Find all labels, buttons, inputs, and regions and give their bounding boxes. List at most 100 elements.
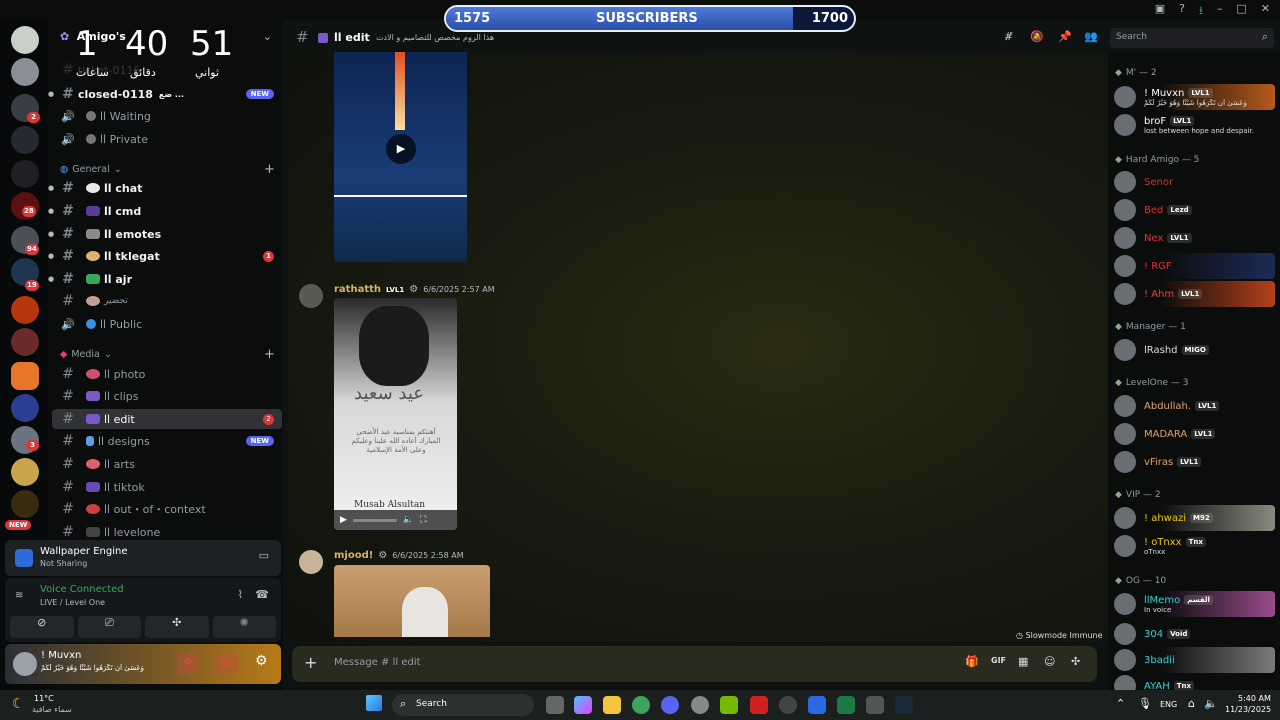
video-attachment-1[interactable]: ▶ [334,52,467,262]
mic-icon[interactable]: 🎙 [1138,697,1152,710]
inbox-icon[interactable]: ▣ [1155,2,1165,18]
app-icon[interactable] [866,696,884,714]
channel-designs[interactable]: # اا designs NEW [52,431,282,451]
member-row[interactable]: Nex LVL1 [1112,225,1275,251]
sticker-icon[interactable]: ▦ [1018,655,1028,668]
member-row[interactable]: Abdullah. LVL1 [1112,393,1275,419]
member-row[interactable]: ! Ahm LVL1 [1112,281,1275,307]
app-icon[interactable] [750,696,768,714]
server-icon-11[interactable] [11,362,39,390]
server-icon-14[interactable] [11,458,39,486]
server-icon-4[interactable] [11,126,39,154]
channel-edit[interactable]: # اا edit 2 [52,409,282,429]
pin-icon[interactable]: 📌 [1058,30,1072,43]
chrome-icon[interactable] [632,696,650,714]
minimize-icon[interactable]: – [1217,2,1223,18]
voice-status[interactable]: Voice Connected [40,584,124,595]
soundboard-button[interactable]: ✺ [212,616,276,638]
notification-mute-icon[interactable]: 🔕 [1030,30,1044,43]
app-icon[interactable] [808,696,826,714]
channel-arts[interactable]: # اا arts [52,454,282,474]
channel-chat[interactable]: ● # اا chat [48,178,282,198]
channel-tahdir[interactable]: # تحضير [52,291,282,311]
copilot-icon[interactable] [574,696,592,714]
play-button[interactable]: ▶ [386,134,416,164]
mute-icon[interactable]: ⌀ [177,654,199,674]
seek-bar[interactable] [352,518,397,522]
server-icon-15[interactable] [11,490,39,518]
member-row[interactable]: llMemo القسم In voice [1112,591,1275,617]
image-attachment[interactable] [334,565,490,637]
steam-icon[interactable] [895,696,913,714]
channel-levelone[interactable]: # اا levelone [52,522,282,542]
close-icon[interactable]: ✕ [1261,2,1270,18]
volume-icon[interactable]: 🔈 [1204,697,1218,710]
server-icon-9[interactable] [11,296,39,324]
fullscreen-icon[interactable]: ⛶ [420,515,426,525]
nvidia-icon[interactable] [720,696,738,714]
apps-icon[interactable]: ✣ [1071,655,1080,668]
add-attachment-icon[interactable]: + [304,653,317,672]
avatar[interactable] [299,284,323,308]
task-view-icon[interactable] [546,696,564,714]
server-icon-2[interactable] [11,58,39,86]
server-icon-10[interactable] [11,328,39,356]
app-icon[interactable] [837,696,855,714]
category-media[interactable]: ◆ Media ⌄ [60,349,112,360]
channel-private[interactable]: 🔊 اا Private [52,129,282,149]
message-author[interactable]: rathatth [334,284,381,295]
chevron-down-icon[interactable]: ⌄ [263,30,272,43]
channel-public[interactable]: 🔊 اا Public [52,314,282,334]
clock-date[interactable]: 11/23/2025 [1225,705,1271,714]
file-explorer-icon[interactable] [603,696,621,714]
discord-icon[interactable] [661,696,679,714]
screen-share-icon[interactable]: ▭ [259,549,269,562]
channel-closed[interactable]: ● # closed-0118 ضع ... NEW [48,84,282,104]
member-row[interactable]: 3badii [1112,647,1275,673]
app-icon[interactable] [691,696,709,714]
channel-tklegat[interactable]: ● # اا tklegat 1 [48,246,282,266]
channel-out-of-context[interactable]: # اا out・of・context [52,499,282,519]
server-icon-1[interactable] [11,26,39,54]
member-row[interactable]: vFiras LVL1 [1112,449,1275,475]
threads-icon[interactable]: #̸ [1004,30,1013,43]
noise-suppression-icon[interactable]: ⌇ [238,588,243,601]
member-row[interactable]: broF LVL1 lost between hope and despair. [1112,112,1275,138]
language-indicator[interactable]: ENG [1160,700,1177,709]
channel-cmd[interactable]: ● # اا cmd [48,201,282,221]
member-row[interactable]: ! oTnxx Tnx oTnxx [1112,533,1275,559]
channel-photo[interactable]: # اا photo [52,364,282,384]
member-row[interactable]: MADARA LVL1 [1112,421,1275,447]
taskbar-search[interactable]: ⌕ Search [392,694,534,716]
camera-off-button[interactable]: ⊘ [10,616,74,638]
avatar[interactable] [13,652,37,676]
member-row[interactable]: lRashd MIGO [1112,337,1275,363]
channel-clips[interactable]: # اا clips [52,386,282,406]
search-input[interactable]: Search ⌕ [1110,28,1274,48]
channel-tiktok[interactable]: # اا tiktok [52,477,282,497]
member-row[interactable]: ! Muvxn LVL1 وَعَسَىٰ أَن تَكْرَهُوا شَيْئ… [1112,84,1275,110]
gift-icon[interactable]: 🎁 [965,655,979,668]
gif-icon[interactable]: GIF [991,656,1006,665]
server-icon-ray[interactable] [11,160,39,188]
tray-chevron-icon[interactable]: ⌃ [1116,697,1125,710]
category-general[interactable]: ◍ General ⌄ [60,164,122,175]
channel-topic[interactable]: هذا الروم مخصص للتصاميم و الادت [376,33,494,42]
message-input[interactable]: Message # اا edit [334,657,421,668]
member-row[interactable]: Bed Lezd [1112,197,1275,223]
start-menu-icon[interactable] [366,695,382,711]
message-author[interactable]: mjood! [334,550,373,561]
settings-gear-icon[interactable]: ⚙ [255,653,268,669]
channel-ajr[interactable]: ● # اا ajr [48,269,282,289]
channel-ticket[interactable]: # ticket-0116 [52,60,282,80]
member-list-icon[interactable]: 👥 [1084,30,1098,43]
add-channel-icon[interactable]: + [264,347,275,362]
play-icon[interactable]: ▶ [340,515,347,525]
add-channel-icon[interactable]: + [264,162,275,177]
emoji-picker-icon[interactable]: ☺ [1044,655,1055,668]
network-icon[interactable]: ⌂ [1188,697,1195,710]
activities-button[interactable]: ✣ [145,616,209,638]
image-card-attachment[interactable]: عيد سعيد أهنئكم بمناسبة عيد الأضحى المبا… [334,298,457,530]
screen-share-button[interactable]: ⎚ [77,616,141,638]
avatar[interactable] [299,550,323,574]
